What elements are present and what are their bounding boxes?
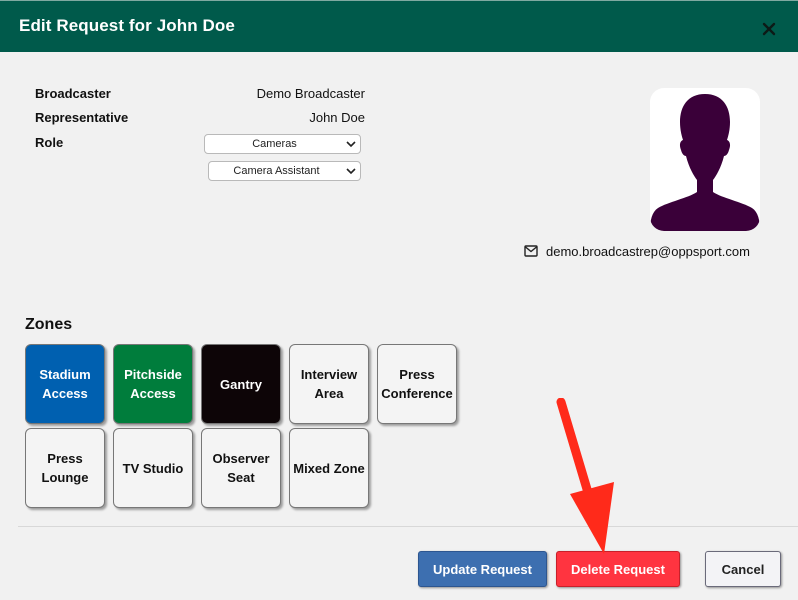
zone-observer-seat[interactable]: Observer Seat (201, 428, 281, 508)
zone-label: Press Conference (381, 365, 453, 403)
zones-title: Zones (25, 316, 73, 333)
representative-label: Representative (35, 110, 129, 125)
zone-label: Observer Seat (212, 449, 269, 487)
zone-label-line: Pitchside (124, 367, 182, 382)
zone-tv-studio[interactable]: TV Studio (113, 428, 193, 508)
zone-label-line: Seat (227, 470, 255, 485)
modal-title: Edit Request for John Doe (19, 16, 235, 35)
modal-header: Edit Request for John Doe (0, 0, 798, 52)
delete-request-button[interactable]: Delete Request (556, 551, 680, 587)
zone-label-line: Gantry (220, 376, 262, 392)
chevron-down-icon (346, 141, 356, 148)
zone-press-conference[interactable]: Press Conference (377, 344, 457, 424)
zone-gantry[interactable]: Gantry (201, 344, 281, 424)
update-request-button[interactable]: Update Request (418, 551, 547, 587)
sub-role-select[interactable]: Camera Assistant (208, 161, 361, 181)
edit-request-modal: Edit Request for John Doe Broadcaster De… (0, 0, 798, 600)
chevron-down-icon (346, 168, 356, 175)
zone-label: Interview Area (301, 365, 357, 403)
zone-label-line: Stadium (39, 367, 91, 382)
mail-icon (524, 245, 538, 257)
zone-label-line: TV Studio (122, 460, 184, 476)
zone-mixed-zone[interactable]: Mixed Zone (289, 428, 369, 508)
zone-label: Press Lounge (42, 449, 89, 487)
role-select[interactable]: Cameras (204, 134, 361, 154)
zone-stadium-access[interactable]: Stadium Access (25, 344, 105, 424)
close-icon[interactable] (758, 18, 780, 40)
footer-divider (18, 526, 798, 527)
zone-label-line: Access (130, 386, 176, 401)
zone-label: Pitchside Access (124, 365, 182, 403)
zone-label-line: Area (314, 386, 344, 401)
sub-role-select-value: Camera Assistant (233, 165, 320, 177)
avatar (650, 88, 760, 231)
zone-label: TV Studio (123, 459, 184, 478)
zone-label-line: Conference (381, 386, 453, 401)
zone-label-line: Access (42, 386, 88, 401)
zone-label-line: Mixed Zone (293, 460, 365, 476)
zone-press-lounge[interactable]: Press Lounge (25, 428, 105, 508)
zone-label: Stadium Access (39, 365, 90, 403)
broadcaster-label: Broadcaster (35, 86, 111, 101)
person-silhouette-icon (650, 94, 760, 231)
role-label: Role (35, 135, 64, 150)
zone-label-line: Press (399, 367, 435, 382)
zone-label: Mixed Zone (293, 459, 365, 478)
role-select-value: Cameras (252, 138, 297, 150)
broadcaster-value: Demo Broadcaster (256, 86, 365, 101)
representative-value: John Doe (309, 110, 365, 125)
zone-label-line: Lounge (41, 470, 89, 485)
cancel-button[interactable]: Cancel (705, 551, 781, 587)
zone-label-line: Press (47, 451, 83, 466)
annotation-arrow-icon (556, 398, 614, 554)
zone-interview-area[interactable]: Interview Area (289, 344, 369, 424)
zone-label-line: Observer (212, 451, 270, 466)
zone-label: Gantry (220, 375, 262, 394)
zone-pitchside-access[interactable]: Pitchside Access (113, 344, 193, 424)
zone-label-line: Interview (300, 367, 358, 382)
email-text: demo.broadcastrep@oppsport.com (546, 244, 750, 259)
